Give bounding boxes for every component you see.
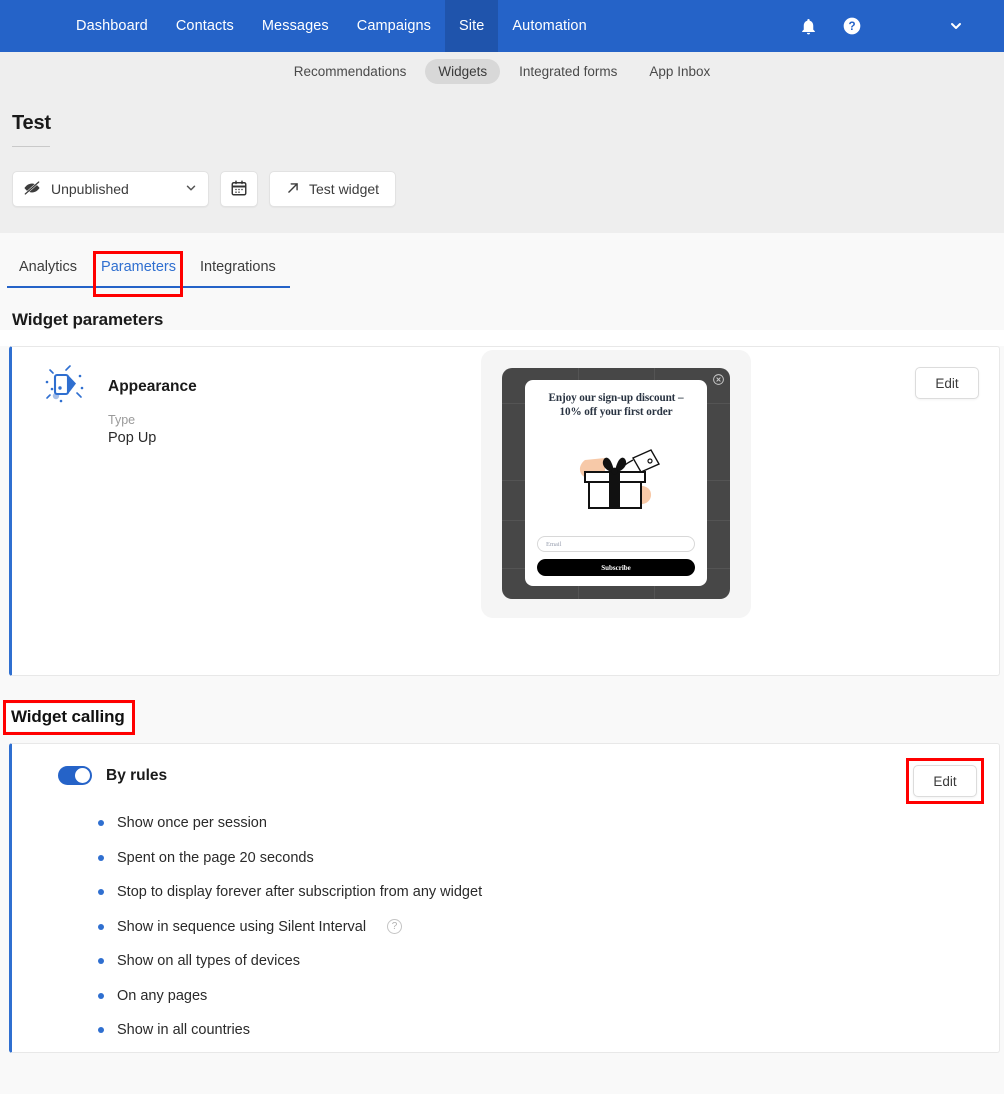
rule-item: Show in all countries [98,1013,999,1048]
page-toolbar: Unpublished Test widget [0,147,1004,207]
parameters-tabs-bar: Analytics Parameters Integrations Widget… [0,233,1004,330]
tab-integrations[interactable]: Integrations [188,251,288,286]
tab-parameters[interactable]: Parameters [89,251,188,286]
toggle-knob [75,768,90,783]
account-chevron-down-icon[interactable] [934,0,978,52]
tab-analytics[interactable]: Analytics [7,251,89,286]
page-header: Test Unpublished Test widget [0,90,1004,233]
nav-item-messages[interactable]: Messages [248,0,343,52]
appearance-info: Appearance Type Pop Up [108,368,197,446]
popup-preview-content: Enjoy our sign-up discount – 10% off you… [525,380,707,586]
appearance-card: Edit Appearance Type Pop Up Enjoy our si… [9,346,1000,676]
rules-toggle-row: By rules [12,744,999,785]
rule-item: Stop to display forever after subscripti… [98,875,999,910]
popup-headline: Enjoy our sign-up discount – 10% off you… [548,392,684,418]
chevron-down-icon [184,181,198,198]
widget-preview[interactable]: Enjoy our sign-up discount – 10% off you… [481,350,751,618]
status-dropdown[interactable]: Unpublished [12,171,209,207]
rule-text: Stop to display forever after subscripti… [117,884,483,901]
preview-device-frame: Enjoy our sign-up discount – 10% off you… [502,368,730,599]
gift-box-illustration [537,419,695,536]
by-rules-toggle[interactable] [58,766,92,785]
rule-item: On any pages [98,979,999,1014]
tab-list: Analytics Parameters Integrations [7,251,290,288]
test-widget-label: Test widget [309,181,380,197]
rule-item: Show on all types of devices [98,944,999,979]
appearance-type-label: Type [108,413,136,427]
eye-off-icon [23,179,41,200]
rule-text: Show once per session [117,815,267,832]
rule-text: Spent on the page 20 seconds [117,849,314,866]
test-widget-button[interactable]: Test widget [269,171,397,207]
appearance-edit-button[interactable]: Edit [915,367,979,399]
subnav-item-app-inbox[interactable]: App Inbox [636,59,723,84]
nav-item-contacts[interactable]: Contacts [162,0,248,52]
nav-item-campaigns[interactable]: Campaigns [343,0,445,52]
appearance-sparkle-icon [36,364,92,412]
bullet-icon [98,820,104,827]
subnav-item-recommendations[interactable]: Recommendations [281,59,420,84]
bullet-icon [98,923,104,930]
bullet-icon [98,958,104,965]
sub-navigation-bar: Recommendations Widgets Integrated forms… [0,52,1004,90]
subnav-item-integrated-forms[interactable]: Integrated forms [506,59,630,84]
top-navigation-bar: Dashboard Contacts Messages Campaigns Si… [0,0,1004,52]
rule-item: Show in sequence using Silent Interval ? [98,910,999,945]
bullet-icon [98,1027,104,1034]
help-icon[interactable]: ? [830,0,874,52]
rule-item: Spent on the page 20 seconds [98,841,999,876]
popup-subscribe-button[interactable]: Subscribe [537,559,695,576]
popup-email-input[interactable]: Email [537,536,695,552]
svg-text:?: ? [848,20,855,33]
appearance-type-value: Pop Up [108,430,157,446]
page-body: Edit Appearance Type Pop Up Enjoy our si… [0,346,1004,1094]
calendar-icon [230,179,248,200]
rules-list: Show once per session Spent on the page … [12,785,999,1048]
top-nav-actions: ? [786,0,1004,52]
rule-text: Show in sequence using Silent Interval [117,918,367,935]
widget-parameters-heading: Widget parameters [12,310,164,329]
top-nav-items: Dashboard Contacts Messages Campaigns Si… [62,0,601,52]
subnav-item-widgets[interactable]: Widgets [425,58,501,84]
nav-item-automation[interactable]: Automation [498,0,600,52]
bullet-icon [98,854,104,861]
status-value: Unpublished [51,181,129,197]
page-title: Test [12,112,51,134]
rules-edit-button[interactable]: Edit [913,765,977,797]
widget-calling-heading: Widget calling [6,704,132,731]
rule-text: On any pages [117,987,208,1004]
bell-icon[interactable] [786,0,830,52]
help-icon[interactable]: ? [387,919,403,935]
nav-item-dashboard[interactable]: Dashboard [62,0,162,52]
by-rules-label: By rules [106,766,168,784]
bullet-icon [98,992,104,999]
rule-text: Show in all countries [117,1022,250,1039]
rule-item: Show once per session [98,806,999,841]
external-link-icon [286,181,300,198]
schedule-button[interactable] [220,171,258,207]
nav-item-site[interactable]: Site [445,0,499,52]
widget-calling-card: Edit By rules Show once per session Spen… [9,743,1000,1053]
rule-text: Show on all types of devices [117,953,300,970]
appearance-title: Appearance [108,378,197,395]
widget-calling-heading-wrap: Widget calling [0,676,1004,735]
close-circle-icon[interactable] [712,373,725,386]
bullet-icon [98,889,104,896]
